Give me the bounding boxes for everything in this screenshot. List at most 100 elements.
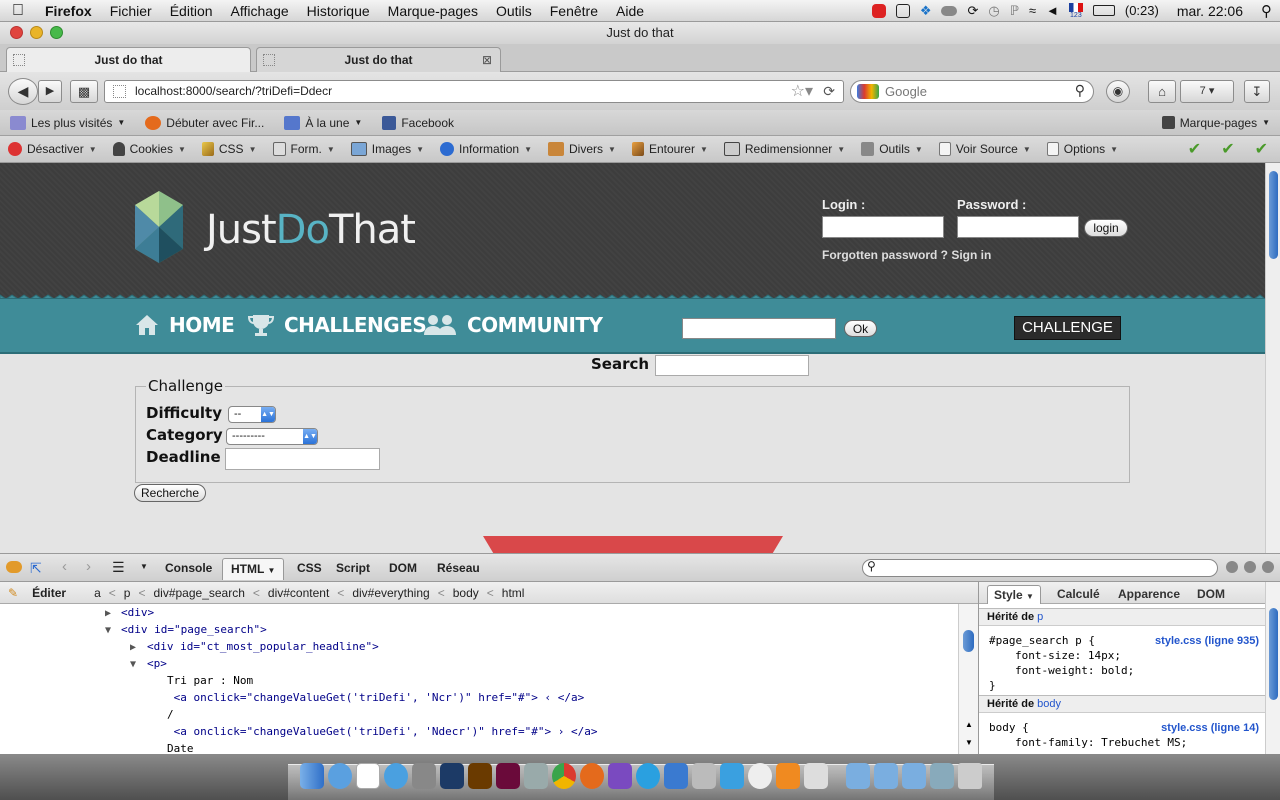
html-line[interactable]: Tri par : Nom (167, 672, 253, 689)
edit-button[interactable]: Éditer (26, 586, 88, 600)
wd-desactiver[interactable]: Désactiver ▼ (0, 142, 105, 156)
skype-icon[interactable] (636, 763, 660, 789)
login-button[interactable]: login (1084, 219, 1128, 237)
search-input[interactable] (655, 355, 809, 376)
html-line[interactable]: <a onclick="changeValueGet('triDefi', 'N… (167, 723, 598, 740)
panel-list-icon[interactable]: ☰ (112, 559, 125, 576)
inspect-icon[interactable]: ⇱ (30, 560, 42, 577)
logo-icon[interactable] (135, 191, 183, 263)
sync-icon[interactable]: ⟳ (967, 3, 978, 19)
minimize-window-button[interactable] (30, 26, 43, 39)
css-selector[interactable]: body { (989, 721, 1029, 734)
word-icon[interactable] (664, 763, 688, 789)
chrome-icon[interactable] (552, 763, 576, 789)
fb-detach-icon[interactable] (1244, 561, 1256, 573)
spotlight-icon[interactable]: ⚲ (1253, 2, 1272, 20)
html-line[interactable]: Date (167, 740, 194, 754)
page-scrollbar[interactable] (1265, 163, 1280, 553)
crumb-page-search[interactable]: div#page_search (147, 586, 250, 600)
bookmark-a-la-une[interactable]: À la une ▼ (274, 115, 372, 130)
firebug-html-scrollbar[interactable]: ▲ ▼ (958, 604, 978, 754)
tools-icon[interactable] (524, 763, 548, 789)
quick-search-input[interactable] (682, 318, 836, 339)
wd-images[interactable]: Images ▼ (343, 142, 432, 156)
folder-screens-icon[interactable] (930, 763, 954, 789)
calendar-icon[interactable] (356, 763, 380, 789)
download-button[interactable]: ↧ (1244, 80, 1270, 103)
crumb-html[interactable]: html (496, 586, 531, 600)
scroll-thumb[interactable] (1269, 608, 1278, 700)
scroll-thumb[interactable] (963, 630, 974, 652)
side-tab-dom[interactable]: DOM (1191, 585, 1231, 604)
folder-downloads-icon[interactable] (902, 763, 926, 789)
css-source-link[interactable]: style.css (ligne 935) (1155, 635, 1259, 647)
illustrator-icon[interactable] (468, 763, 492, 789)
tab-just-do-that-2[interactable]: Just do that ⊠ (256, 47, 501, 72)
html-line[interactable]: <a onclick="changeValueGet('triDefi', 'N… (167, 689, 585, 706)
side-tab-style[interactable]: Style ▼ (987, 585, 1041, 604)
reload-icon[interactable]: ⟳ (823, 81, 835, 102)
dropbox-icon[interactable]: ❖ (920, 3, 932, 19)
forward-icon[interactable]: › (86, 558, 91, 575)
menu-fenetre[interactable]: Fenêtre (541, 3, 607, 19)
battery-icon[interactable] (1092, 5, 1115, 16)
collapse-twisty-icon[interactable]: ▼ (130, 656, 136, 673)
firefox-icon[interactable] (580, 763, 604, 789)
drive-icon[interactable] (941, 5, 958, 16)
screenshot-addon-button[interactable]: ◉ (1106, 80, 1130, 103)
close-window-button[interactable] (10, 26, 23, 39)
side-panel-scrollbar[interactable] (1265, 582, 1280, 754)
volume-icon[interactable]: ◄ (1046, 3, 1059, 18)
css-selector[interactable]: #page_search p { (989, 634, 1095, 647)
wd-redimensionner[interactable]: Redimensionner ▼ (716, 142, 853, 156)
collapse-twisty-icon[interactable]: ▼ (105, 622, 111, 639)
difficulty-select[interactable]: -- ▲▼ (228, 406, 276, 423)
wifi-icon[interactable]: ≈ (1029, 3, 1036, 18)
crumb-body[interactable]: body (447, 586, 485, 600)
nav-home[interactable]: HOME (135, 313, 235, 337)
bookmark-les-plus-visites[interactable]: Les plus visités ▼ (0, 115, 135, 130)
url-bar[interactable]: localhost:8000/search/?triDefi=Ddecr ☆▾ … (104, 80, 844, 103)
scroll-down-icon[interactable]: ▼ (965, 738, 973, 747)
wd-voir-source[interactable]: Voir Source ▼ (931, 142, 1039, 156)
app-face-icon[interactable] (804, 763, 828, 789)
wd-information[interactable]: Information ▼ (432, 142, 540, 156)
login-input[interactable] (822, 216, 944, 238)
fb-tab-reseau[interactable]: Réseau (429, 558, 488, 580)
apple-icon[interactable]:  (0, 2, 36, 20)
menu-firefox[interactable]: Firefox (36, 3, 101, 19)
zoom-window-button[interactable] (50, 26, 63, 39)
validate-js-icon[interactable]: ✔ (1255, 139, 1268, 159)
search-bar[interactable]: Google ⚲ (850, 80, 1094, 103)
scroll-up-icon[interactable]: ▲ (965, 720, 973, 729)
firebug-icon[interactable] (6, 561, 22, 573)
bookmark-debuter[interactable]: Débuter avec Fir... (135, 115, 274, 130)
html-line[interactable]: / (167, 706, 174, 723)
nav-challenges[interactable]: CHALLENGES (248, 313, 427, 337)
app-purple-icon[interactable] (608, 763, 632, 789)
validate-css-icon[interactable]: ✔ (1188, 139, 1201, 159)
password-input[interactable] (957, 216, 1079, 238)
html-line[interactable]: <div> (121, 604, 154, 621)
firebug-search-input[interactable]: ⚲ (862, 559, 1218, 577)
nav-community[interactable]: COMMUNITY (423, 313, 603, 337)
bookmarks-menu[interactable]: Marque-pages ▼ (1152, 116, 1280, 130)
safari-icon[interactable] (328, 763, 352, 789)
star-icon[interactable]: ☆▾ (791, 81, 813, 102)
wd-form[interactable]: Form. ▼ (265, 142, 343, 156)
recherche-button[interactable]: Recherche (134, 484, 206, 502)
crumb-a[interactable]: a (88, 586, 107, 600)
crumb-everything[interactable]: div#everything (346, 586, 435, 600)
fb-tab-css[interactable]: CSS (289, 558, 330, 580)
folder-applications-icon[interactable] (846, 763, 870, 789)
indesign-icon[interactable] (496, 763, 520, 789)
app-white-icon[interactable] (748, 763, 772, 789)
logo-text[interactable]: JustDoThat (206, 207, 416, 253)
menu-edition[interactable]: Édition (161, 3, 222, 19)
identity-button[interactable]: ▩ (70, 80, 98, 103)
photoshop-icon[interactable] (440, 763, 464, 789)
fb-close-icon[interactable] (1262, 561, 1274, 573)
google-icon[interactable] (857, 84, 879, 99)
wd-entourer[interactable]: Entourer ▼ (624, 142, 716, 156)
html-line[interactable]: <p> (147, 655, 167, 672)
